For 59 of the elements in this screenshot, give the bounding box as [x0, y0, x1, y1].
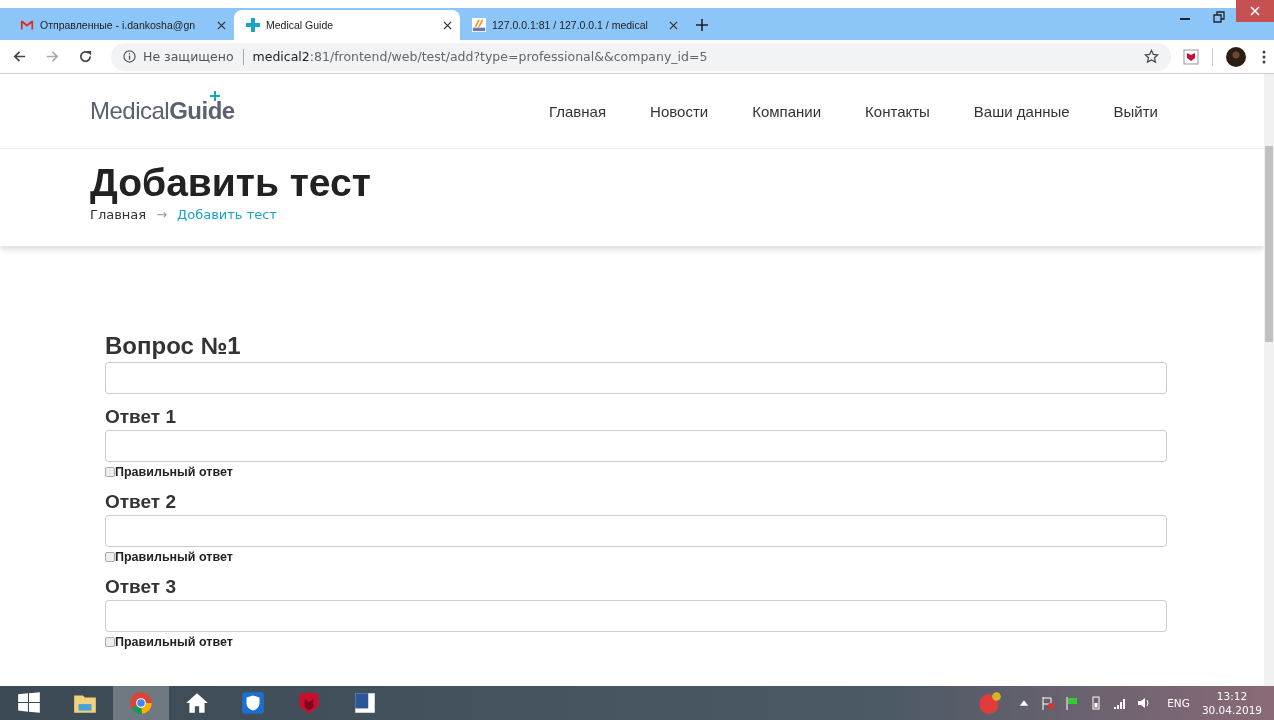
info-icon	[123, 50, 136, 63]
page-title: Добавить тест	[90, 161, 372, 205]
breadcrumb-separator: →	[156, 207, 168, 222]
nav-link[interactable]: Контакты	[865, 102, 930, 120]
checkbox-label: Правильный ответ	[115, 465, 233, 479]
breadcrumb-link[interactable]: Главная	[90, 207, 147, 222]
answer-input[interactable]	[105, 600, 1167, 632]
answer-label: Ответ 1	[105, 406, 177, 428]
speaker-icon[interactable]	[1137, 696, 1152, 710]
scrollbar-thumb[interactable]	[1265, 146, 1273, 342]
checkbox[interactable]	[105, 637, 115, 647]
language-indicator[interactable]: ENG	[1167, 697, 1190, 709]
nav-link[interactable]: Ваши данные	[973, 102, 1070, 120]
reload-icon[interactable]	[78, 49, 93, 64]
database-logo-icon	[472, 18, 486, 32]
close-icon[interactable]	[217, 20, 226, 30]
star-icon[interactable]	[1144, 49, 1159, 64]
flag-icon[interactable]	[1041, 696, 1056, 710]
new-tab-icon[interactable]	[696, 19, 708, 31]
clock-time: 13:12	[1216, 689, 1248, 703]
close-icon[interactable]	[443, 20, 452, 30]
security-label: Не защищено	[143, 49, 234, 64]
clock-date: 30.04.2019	[1201, 703, 1262, 717]
back-icon[interactable]	[12, 49, 27, 64]
flag-icon[interactable]	[1065, 696, 1080, 710]
plus-icon	[246, 18, 260, 32]
nav-link[interactable]: Главная	[549, 102, 607, 120]
checkbox[interactable]	[105, 467, 115, 477]
checkbox[interactable]	[105, 552, 115, 562]
question-label: Вопрос №1	[105, 332, 242, 360]
signal-icon[interactable]	[1113, 696, 1128, 710]
close-icon	[1250, 6, 1260, 16]
restore-icon[interactable]	[1213, 11, 1225, 23]
answer-label: Ответ 3	[105, 576, 177, 598]
close-icon[interactable]	[669, 20, 678, 30]
url-text: medical2:81/frontend/web/test/add?type=professional&&company_id=5	[252, 49, 708, 64]
tab-title: Medical Guide	[266, 19, 335, 31]
answer-input[interactable]	[105, 430, 1167, 462]
checkbox-label: Правильный ответ	[115, 550, 233, 564]
menu-icon[interactable]	[1262, 48, 1266, 65]
address-bar[interactable]: Не защищено medical2:81/frontend/web/test/add?type=professional&&company_id=5	[111, 42, 1171, 71]
question-input[interactable]	[105, 362, 1167, 394]
browser-tab[interactable]: 127.0.0.1:81 / 127.0.0.1 / medical	[460, 10, 686, 40]
avatar-icon[interactable]	[1226, 46, 1246, 67]
tab-title: 127.0.0.1:81 / 127.0.0.1 / medical	[492, 19, 649, 31]
nav-link[interactable]: Компании	[752, 102, 822, 120]
browser-tab[interactable]: Medical Guide	[234, 10, 460, 40]
nav-link[interactable]: Выйти	[1113, 102, 1158, 120]
checkbox-label: Правильный ответ	[115, 635, 233, 649]
answer-input[interactable]	[105, 515, 1167, 547]
answer-label: Ответ 2	[105, 491, 177, 513]
mail-icon	[20, 18, 34, 32]
shield-extension-icon[interactable]	[1183, 48, 1199, 65]
nav-link[interactable]: Новости	[650, 102, 709, 120]
tab-title: Отправленные - i.dankosha@gn	[40, 19, 197, 31]
close-window-button[interactable]	[1236, 0, 1274, 22]
plus-icon	[210, 91, 220, 101]
site-logo[interactable]: MedicalGuide	[90, 97, 235, 124]
browser-tab[interactable]: Отправленные - i.dankosha@gn	[8, 10, 234, 40]
